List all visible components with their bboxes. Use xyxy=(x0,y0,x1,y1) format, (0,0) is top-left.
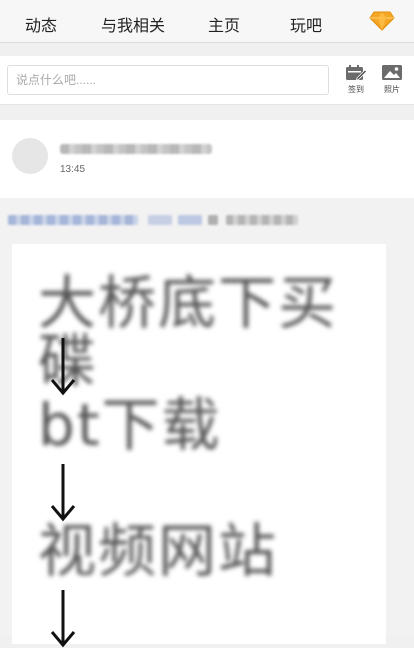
avatar[interactable] xyxy=(12,138,48,174)
checkin-button[interactable]: 签到 xyxy=(341,64,371,95)
checkin-label: 签到 xyxy=(348,85,364,94)
mention-link-redacted[interactable] xyxy=(8,215,138,225)
tab-home[interactable]: 主页 xyxy=(202,12,246,36)
post-image[interactable]: 大桥底下买碟 bt下载 视频网站 xyxy=(12,244,386,648)
post-time: 13:45 xyxy=(60,164,86,175)
status-input[interactable] xyxy=(7,65,329,95)
arrow-down-icon xyxy=(50,590,76,648)
photo-button[interactable]: 照片 xyxy=(377,64,407,95)
text-redacted xyxy=(208,215,218,225)
post-content: 大桥底下买碟 bt下载 视频网站 xyxy=(0,198,414,648)
tab-related-to-me[interactable]: 与我相关 xyxy=(92,12,174,36)
image-text-line: bt下载 xyxy=(38,391,222,459)
top-navigation: 动态 与我相关 主页 玩吧 xyxy=(0,0,414,43)
composer-bar: 签到 照片 xyxy=(0,56,414,105)
post-header: 13:45 xyxy=(0,120,414,198)
photo-label: 照片 xyxy=(384,85,400,94)
tab-feed[interactable]: 动态 xyxy=(18,12,64,36)
arrow-down-icon xyxy=(50,338,76,396)
text-redacted xyxy=(148,215,172,225)
diamond-icon[interactable] xyxy=(369,11,395,31)
photo-icon xyxy=(382,65,402,80)
arrow-down-icon xyxy=(50,464,76,522)
text-redacted xyxy=(178,215,202,225)
text-redacted xyxy=(226,215,298,225)
username-redacted[interactable] xyxy=(60,144,212,154)
tab-play[interactable]: 玩吧 xyxy=(284,12,328,36)
image-text-line: 大桥底下买碟 xyxy=(38,269,339,395)
post-text-redacted xyxy=(8,215,298,227)
checkin-icon xyxy=(346,65,367,81)
image-text-line: 视频网站 xyxy=(38,517,279,585)
